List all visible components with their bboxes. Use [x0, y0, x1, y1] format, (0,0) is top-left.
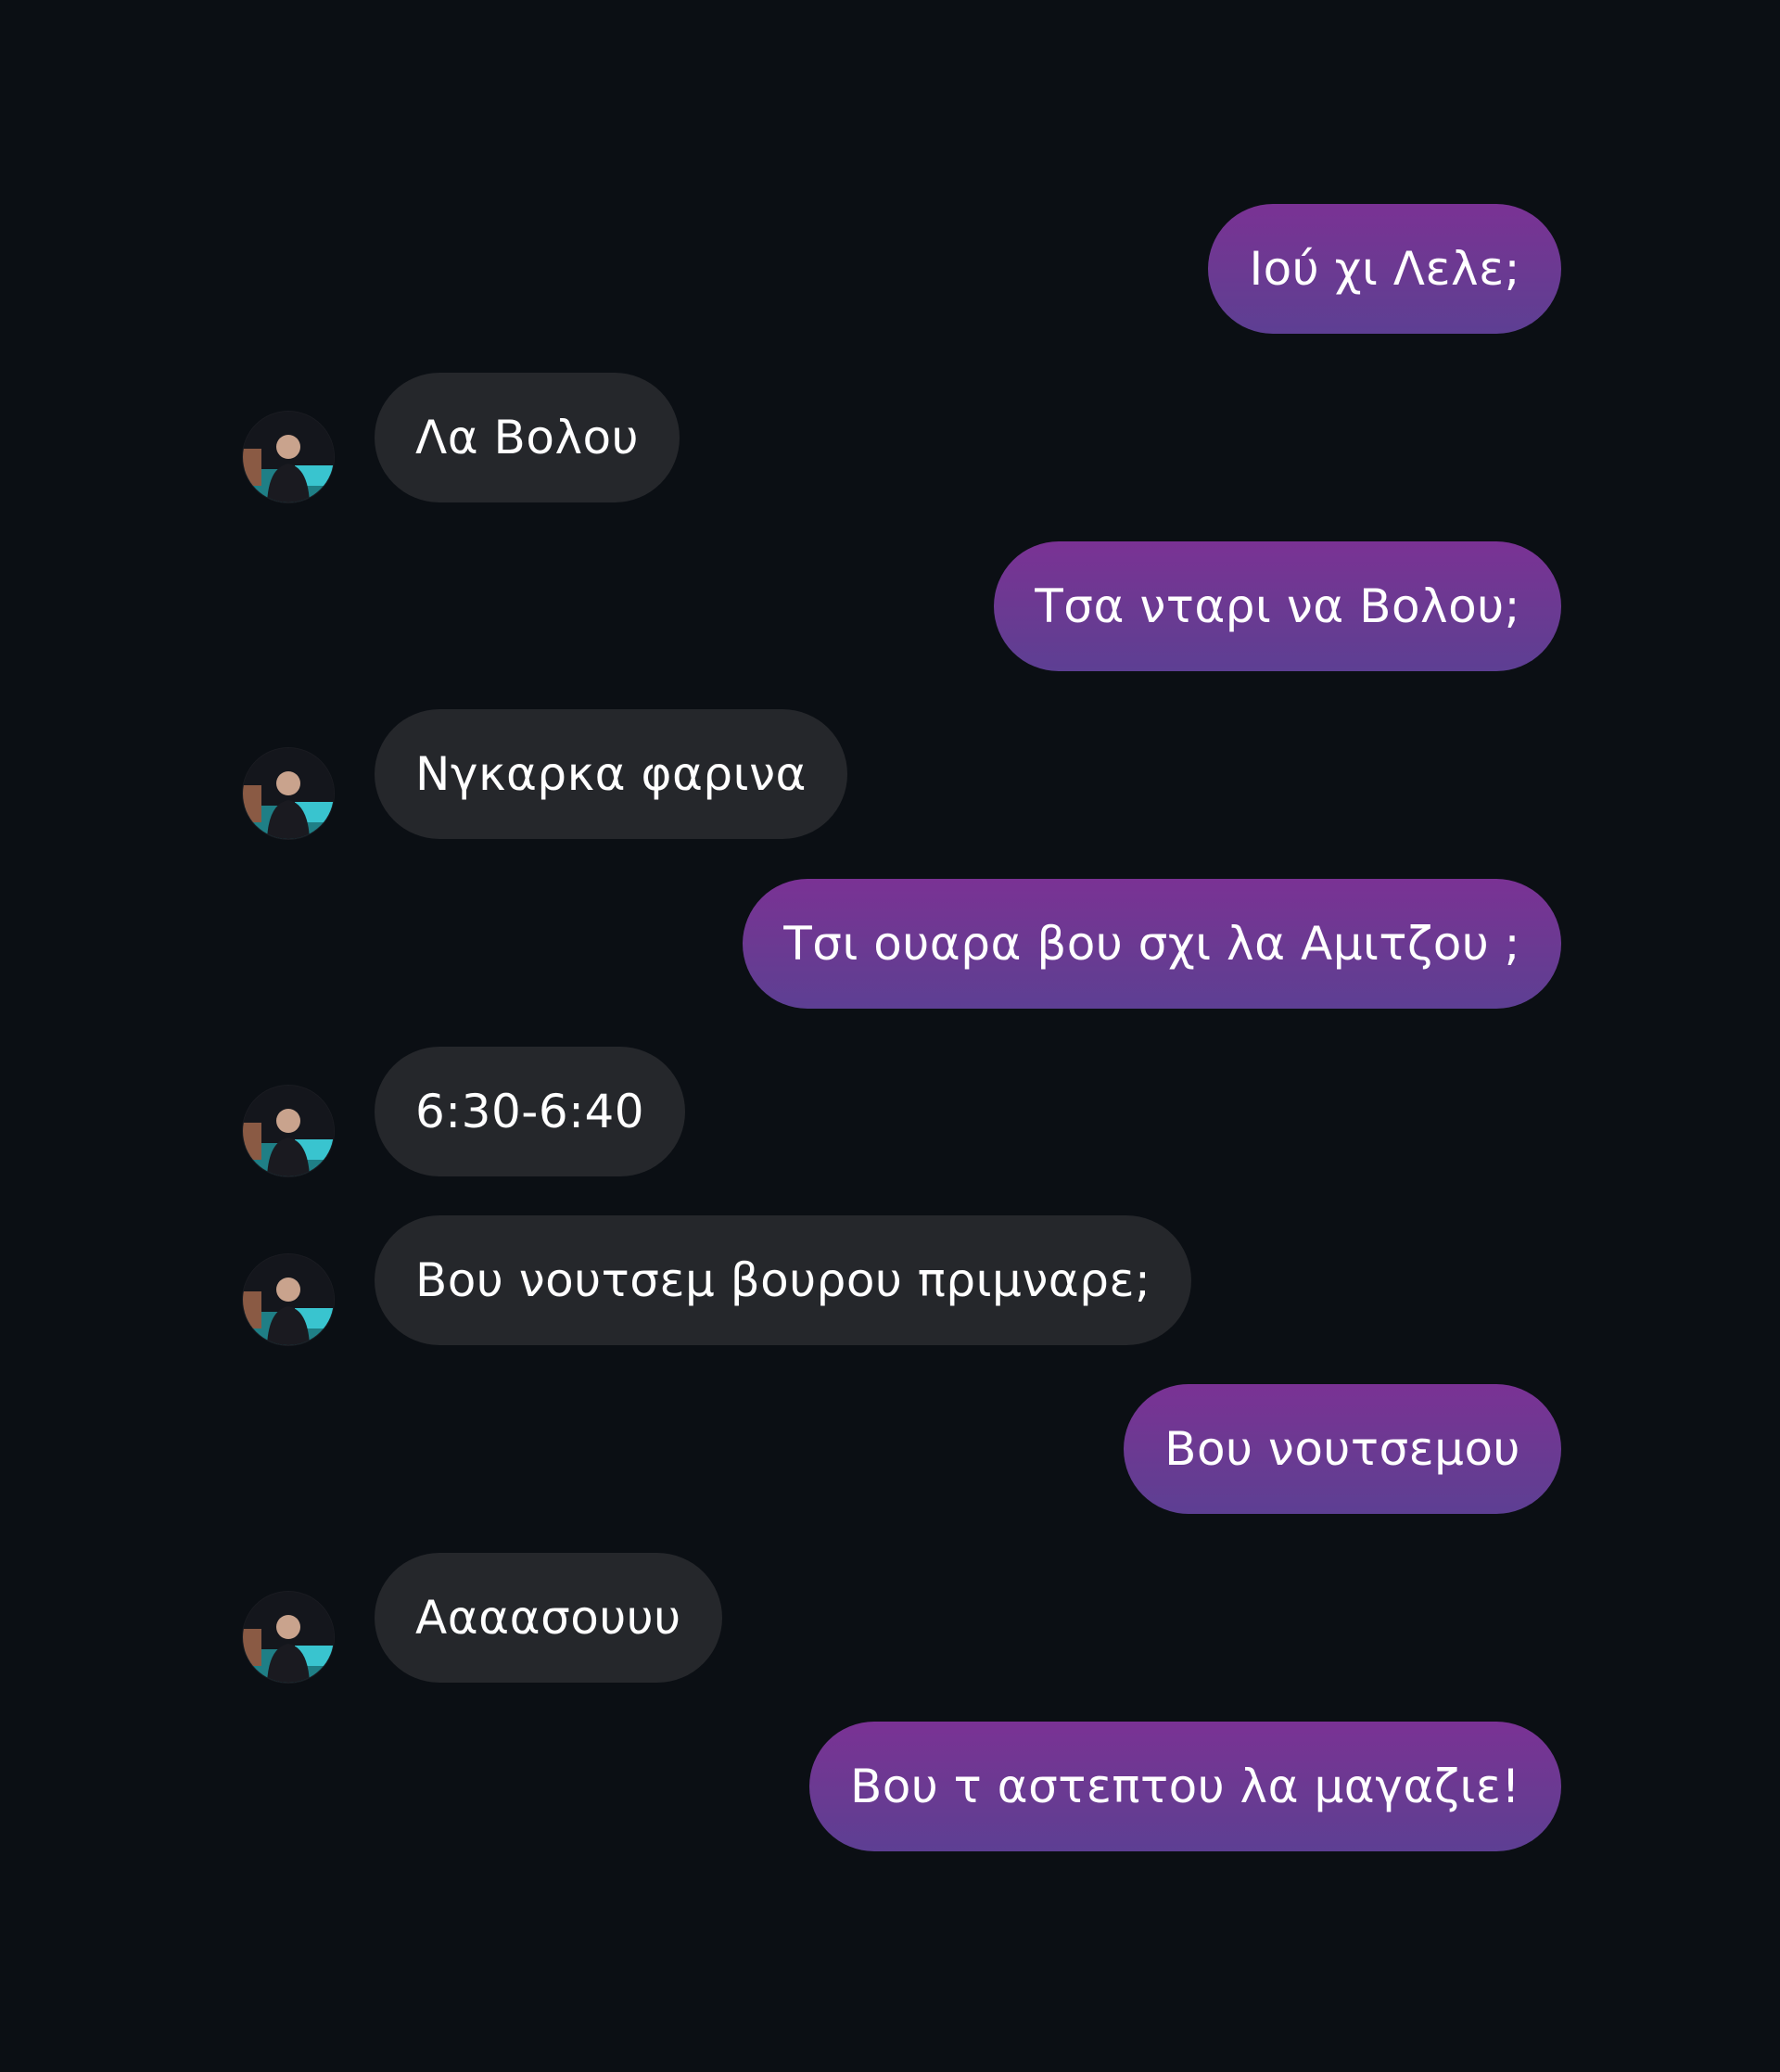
- contact-avatar-icon[interactable]: [243, 412, 334, 502]
- contact-avatar-icon[interactable]: [243, 1254, 334, 1345]
- incoming-bubble: Βου νουτσεμ βουρου πριμναρε;: [375, 1215, 1192, 1345]
- contact-avatar-icon[interactable]: [243, 748, 334, 839]
- incoming-bubble: Αααασουυυ: [375, 1553, 722, 1683]
- outgoing-bubble: Βου τ αστεπτου λα μαγαζιε!: [808, 1722, 1561, 1851]
- message-thread: Ιού χι Λελε; Λα Βολου Τσα νταρι να Βολου…: [0, 0, 1780, 2072]
- outgoing-bubble: Βου νουτσεμου: [1124, 1384, 1561, 1514]
- contact-avatar-icon[interactable]: [243, 1592, 334, 1683]
- outgoing-bubble: Τσα νταρι να Βολου;: [994, 541, 1561, 671]
- incoming-bubble: 6:30-6:40: [375, 1047, 686, 1176]
- outgoing-bubble: Τσι ουαρα βου σχι λα Αμιτζου ;: [743, 879, 1561, 1009]
- incoming-bubble: Λα Βολου: [375, 373, 680, 502]
- incoming-bubble: Νγκαρκα φαρινα: [375, 709, 847, 839]
- contact-avatar-icon[interactable]: [243, 1086, 334, 1176]
- outgoing-bubble: Ιού χι Λελε;: [1208, 204, 1561, 334]
